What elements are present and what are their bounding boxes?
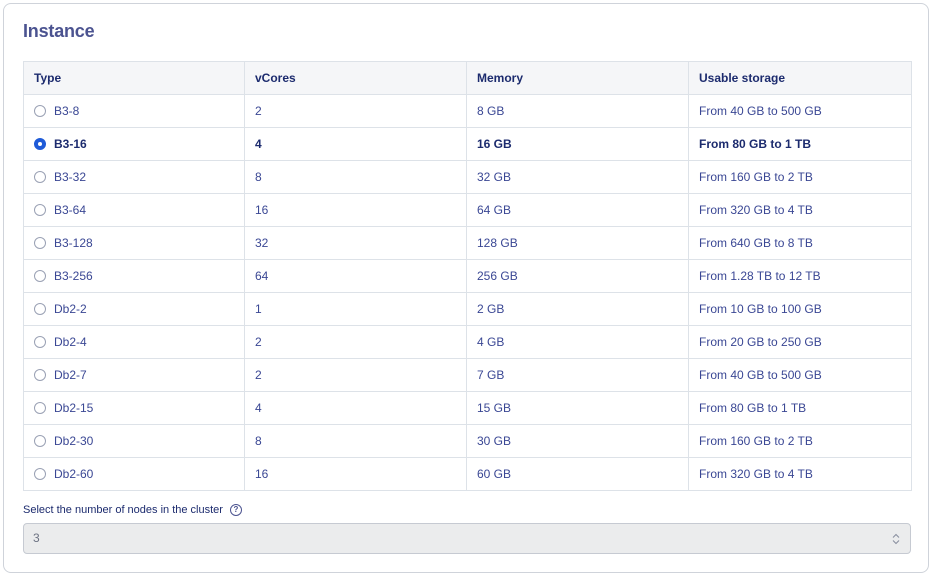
instance-radio[interactable] [34, 468, 46, 480]
cell-memory: 4 GB [466, 325, 689, 359]
instance-type-label: B3-128 [54, 236, 93, 250]
instance-radio[interactable] [34, 435, 46, 447]
nodes-label-text: Select the number of nodes in the cluste… [23, 504, 223, 516]
cell-storage: From 640 GB to 8 TB [688, 226, 912, 260]
instance-radio[interactable] [34, 336, 46, 348]
nodes-select-value: 3 [33, 531, 40, 545]
header-storage: Usable storage [688, 61, 912, 95]
table-row[interactable]: B3-8 2 8 GB From 40 GB to 500 GB [23, 94, 912, 128]
cell-type: B3-8 [23, 94, 245, 128]
instance-type-label: B3-32 [54, 170, 87, 184]
table-row[interactable]: Db2-7 2 7 GB From 40 GB to 500 GB [23, 358, 912, 392]
instance-type-label: B3-64 [54, 203, 87, 217]
cell-vcores: 8 [244, 424, 467, 458]
table-row[interactable]: Db2-60 16 60 GB From 320 GB to 4 TB [23, 457, 912, 491]
nodes-select[interactable]: 3 [23, 523, 911, 554]
instance-type-label: Db2-4 [54, 335, 87, 349]
table-row[interactable]: B3-32 8 32 GB From 160 GB to 2 TB [23, 160, 912, 194]
cell-vcores: 16 [244, 193, 467, 227]
cell-memory: 2 GB [466, 292, 689, 326]
cell-vcores: 4 [244, 391, 467, 425]
cell-type: B3-256 [23, 259, 245, 293]
cell-memory: 60 GB [466, 457, 689, 491]
cell-memory: 7 GB [466, 358, 689, 392]
table-row[interactable]: B3-256 64 256 GB From 1.28 TB to 12 TB [23, 259, 912, 293]
table-row[interactable]: Db2-15 4 15 GB From 80 GB to 1 TB [23, 391, 912, 425]
instance-radio[interactable] [34, 402, 46, 414]
instance-type-label: Db2-60 [54, 467, 94, 481]
instance-type-label: B3-256 [54, 269, 93, 283]
instance-type-label: Db2-7 [54, 368, 87, 382]
instance-radio[interactable] [34, 270, 46, 282]
table-row[interactable]: Db2-30 8 30 GB From 160 GB to 2 TB [23, 424, 912, 458]
cell-memory: 15 GB [466, 391, 689, 425]
instance-type-label: Db2-2 [54, 302, 87, 316]
instance-radio[interactable] [34, 204, 46, 216]
cell-type: Db2-15 [23, 391, 245, 425]
cell-type: Db2-30 [23, 424, 245, 458]
cell-vcores: 32 [244, 226, 467, 260]
cell-storage: From 40 GB to 500 GB [688, 358, 912, 392]
cell-storage: From 10 GB to 100 GB [688, 292, 912, 326]
cell-memory: 16 GB [466, 127, 689, 161]
cell-storage: From 20 GB to 250 GB [688, 325, 912, 359]
header-vcores: vCores [244, 61, 467, 95]
cell-type: B3-32 [23, 160, 245, 194]
cell-vcores: 2 [244, 325, 467, 359]
table-row[interactable]: Db2-2 1 2 GB From 10 GB to 100 GB [23, 292, 912, 326]
cell-memory: 64 GB [466, 193, 689, 227]
cell-memory: 256 GB [466, 259, 689, 293]
cell-vcores: 1 [244, 292, 467, 326]
instance-type-label: B3-16 [54, 137, 87, 151]
cell-storage: From 160 GB to 2 TB [688, 160, 912, 194]
table-header-row: Type vCores Memory Usable storage [23, 61, 912, 95]
header-type: Type [23, 61, 245, 95]
cell-storage: From 80 GB to 1 TB [688, 127, 912, 161]
cell-vcores: 4 [244, 127, 467, 161]
cell-storage: From 40 GB to 500 GB [688, 94, 912, 128]
instance-type-label: Db2-30 [54, 434, 94, 448]
section-title: Instance [23, 21, 95, 41]
cell-storage: From 320 GB to 4 TB [688, 457, 912, 491]
cell-storage: From 320 GB to 4 TB [688, 193, 912, 227]
cell-type: Db2-4 [23, 325, 245, 359]
cell-type: B3-16 [23, 127, 245, 161]
table-row[interactable]: B3-16 4 16 GB From 80 GB to 1 TB [23, 127, 912, 161]
cell-memory: 8 GB [466, 94, 689, 128]
nodes-label: Select the number of nodes in the cluste… [23, 504, 242, 516]
instance-radio[interactable] [34, 171, 46, 183]
up-down-chevron-icon [892, 533, 900, 545]
cell-storage: From 80 GB to 1 TB [688, 391, 912, 425]
instance-radio[interactable] [34, 105, 46, 117]
instance-radio[interactable] [34, 369, 46, 381]
instance-type-label: Db2-15 [54, 401, 94, 415]
instance-card: Instance Type vCores Memory Usable stora… [3, 3, 929, 573]
instance-table: Type vCores Memory Usable storage B3-8 2 8… [23, 61, 912, 491]
cell-vcores: 2 [244, 358, 467, 392]
table-row[interactable]: B3-128 32 128 GB From 640 GB to 8 TB [23, 226, 912, 260]
cell-vcores: 2 [244, 94, 467, 128]
cell-memory: 128 GB [466, 226, 689, 260]
instance-radio[interactable] [34, 237, 46, 249]
instance-radio[interactable] [34, 138, 46, 150]
question-circle-icon[interactable]: ? [229, 504, 242, 516]
table-row[interactable]: Db2-4 2 4 GB From 20 GB to 250 GB [23, 325, 912, 359]
cell-memory: 30 GB [466, 424, 689, 458]
cell-vcores: 16 [244, 457, 467, 491]
cell-type: Db2-60 [23, 457, 245, 491]
table-row[interactable]: B3-64 16 64 GB From 320 GB to 4 TB [23, 193, 912, 227]
instance-type-label: B3-8 [54, 104, 80, 118]
cell-storage: From 160 GB to 2 TB [688, 424, 912, 458]
cell-type: B3-64 [23, 193, 245, 227]
cell-vcores: 8 [244, 160, 467, 194]
cell-type: Db2-2 [23, 292, 245, 326]
cell-type: Db2-7 [23, 358, 245, 392]
cell-storage: From 1.28 TB to 12 TB [688, 259, 912, 293]
cell-type: B3-128 [23, 226, 245, 260]
header-memory: Memory [466, 61, 689, 95]
instance-radio[interactable] [34, 303, 46, 315]
cell-vcores: 64 [244, 259, 467, 293]
cell-memory: 32 GB [466, 160, 689, 194]
